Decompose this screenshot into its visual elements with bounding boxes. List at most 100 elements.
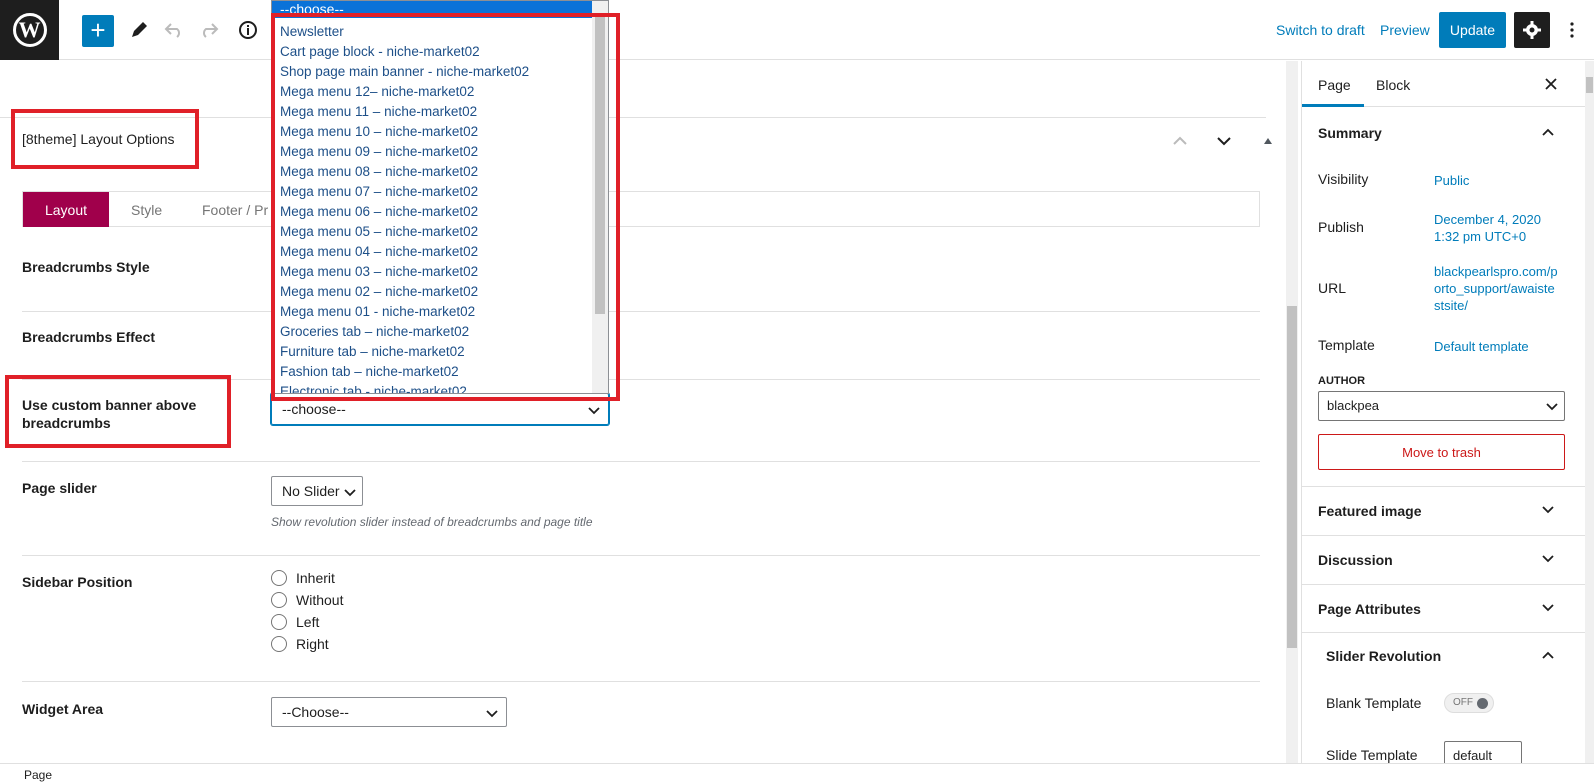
settings-button[interactable]: [1514, 12, 1550, 48]
add-block-button[interactable]: +: [82, 15, 114, 47]
slider-revolution-panel-title[interactable]: Slider Revolution: [1326, 648, 1441, 664]
wordpress-logo-button[interactable]: W: [0, 0, 59, 60]
slide-template-select[interactable]: default: [1444, 741, 1522, 763]
highlight-box-title: [11, 109, 199, 169]
featured-image-toggle[interactable]: [1538, 500, 1558, 520]
details-button[interactable]: [236, 18, 260, 42]
page-slider-help-text: Show revolution slider instead of breadc…: [271, 515, 593, 529]
info-icon: [239, 21, 257, 39]
toggle-state-text: OFF: [1453, 697, 1473, 708]
row-divider: [22, 311, 1260, 312]
pencil-icon: [132, 22, 147, 37]
move-to-trash-button[interactable]: Move to trash: [1318, 434, 1565, 470]
author-select[interactable]: blackpea: [1318, 391, 1565, 421]
chevron-up-icon: [1173, 136, 1187, 145]
chevron-up-icon: [1542, 128, 1554, 136]
tab-style[interactable]: Style: [131, 202, 162, 218]
row-divider: [22, 461, 1260, 462]
triangle-up-icon: [1264, 138, 1272, 144]
editor-top-toolbar: W + Switch to draft Preview Update: [0, 0, 1594, 60]
blank-template-label: Blank Template: [1326, 695, 1422, 711]
tab-footer[interactable]: Footer / Pr: [202, 202, 268, 218]
url-line-1: blackpearlspro.com/p: [1434, 264, 1558, 279]
close-sidebar-button[interactable]: [1540, 73, 1562, 95]
chevron-up-icon: [1542, 651, 1554, 659]
wordpress-icon: W: [12, 13, 47, 47]
url-label: URL: [1318, 280, 1347, 296]
tab-page-active-indicator: [1302, 104, 1364, 107]
content-scrollbar[interactable]: [1286, 61, 1298, 763]
chevron-down-icon: [1542, 506, 1554, 514]
gear-icon: [1523, 21, 1541, 39]
tab-layout[interactable]: Layout: [23, 192, 109, 227]
chevron-down-icon: [588, 407, 600, 415]
toggle-panel-button[interactable]: [1256, 129, 1280, 153]
slide-template-label: Slide Template: [1326, 747, 1418, 763]
row-divider: [22, 555, 1260, 556]
sidebar-scrollbar[interactable]: [1585, 61, 1594, 763]
radio-label-without: Without: [296, 592, 344, 608]
discussion-toggle[interactable]: [1538, 549, 1558, 569]
url-line-3: stsite/: [1434, 298, 1468, 313]
settings-sidebar: Page Block Summary Visibility Public Pub…: [1301, 61, 1585, 763]
chevron-down-icon: [344, 489, 356, 497]
panel-divider: [1302, 632, 1585, 633]
page-attributes-panel-title[interactable]: Page Attributes: [1318, 601, 1421, 617]
move-down-button[interactable]: [1212, 129, 1236, 153]
sidebar-tabs: Page Block: [1302, 61, 1585, 107]
visibility-label: Visibility: [1318, 171, 1369, 187]
page-slider-label: Page slider: [22, 480, 97, 496]
redo-button[interactable]: [197, 18, 221, 42]
publish-date: December 4, 2020: [1434, 212, 1541, 227]
url-link[interactable]: blackpearlspro.com/p orto_support/awaist…: [1434, 263, 1558, 314]
tab-page[interactable]: Page: [1318, 77, 1351, 93]
switch-to-draft-link[interactable]: Switch to draft: [1276, 22, 1365, 38]
publish-time: 1:32 pm UTC+0: [1434, 229, 1527, 244]
highlight-box-dropdown: [271, 13, 620, 401]
publish-date-link[interactable]: December 4, 2020 1:32 pm UTC+0: [1434, 211, 1541, 245]
highlight-box-banner-label: [5, 375, 231, 448]
widget-area-select[interactable]: --Choose--: [271, 697, 507, 727]
more-options-button[interactable]: [1562, 16, 1582, 44]
move-up-button[interactable]: [1168, 129, 1192, 153]
update-button[interactable]: Update: [1439, 12, 1506, 48]
close-icon: [1545, 78, 1557, 90]
sidebar-scrollbar-thumb[interactable]: [1586, 77, 1593, 93]
undo-button[interactable]: [162, 18, 186, 42]
blank-template-toggle[interactable]: OFF: [1444, 693, 1494, 713]
page-slider-select[interactable]: No Slider: [271, 476, 363, 506]
discussion-panel-title[interactable]: Discussion: [1318, 552, 1393, 568]
widget-area-select-value: --Choose--: [282, 704, 349, 720]
template-link[interactable]: Default template: [1434, 338, 1529, 355]
breadcrumb-page[interactable]: Page: [24, 768, 52, 782]
edit-tools-button[interactable]: [127, 18, 151, 42]
chevron-down-icon: [1217, 137, 1231, 146]
summary-panel-title[interactable]: Summary: [1318, 125, 1382, 141]
featured-image-panel-title[interactable]: Featured image: [1318, 503, 1421, 519]
panel-divider: [1302, 584, 1585, 585]
radio-inherit[interactable]: [271, 570, 287, 586]
author-label: AUTHOR: [1318, 375, 1366, 387]
radio-left[interactable]: [271, 614, 287, 630]
visibility-value[interactable]: Public: [1434, 172, 1469, 189]
publish-label: Publish: [1318, 219, 1364, 235]
radio-without[interactable]: [271, 592, 287, 608]
panel-divider: [1302, 486, 1585, 487]
radio-label-right: Right: [296, 636, 329, 652]
panel-divider: [1302, 535, 1585, 536]
redo-icon: [203, 23, 219, 38]
radio-right[interactable]: [271, 636, 287, 652]
tab-block[interactable]: Block: [1376, 77, 1410, 93]
breadcrumbs-effect-label: Breadcrumbs Effect: [22, 329, 156, 345]
summary-toggle[interactable]: [1538, 122, 1558, 142]
metabox-tabs: Layout Style Footer / Pr: [22, 191, 1260, 227]
undo-icon: [164, 23, 180, 38]
radio-label-left: Left: [296, 614, 320, 630]
page-slider-select-value: No Slider: [282, 483, 340, 499]
chevron-down-icon: [486, 710, 498, 718]
slider-revolution-toggle[interactable]: [1538, 645, 1558, 665]
preview-link[interactable]: Preview: [1380, 22, 1430, 38]
custom-banner-select-value: --choose--: [282, 401, 346, 417]
content-scrollbar-thumb[interactable]: [1287, 306, 1297, 648]
page-attributes-toggle[interactable]: [1538, 598, 1558, 618]
